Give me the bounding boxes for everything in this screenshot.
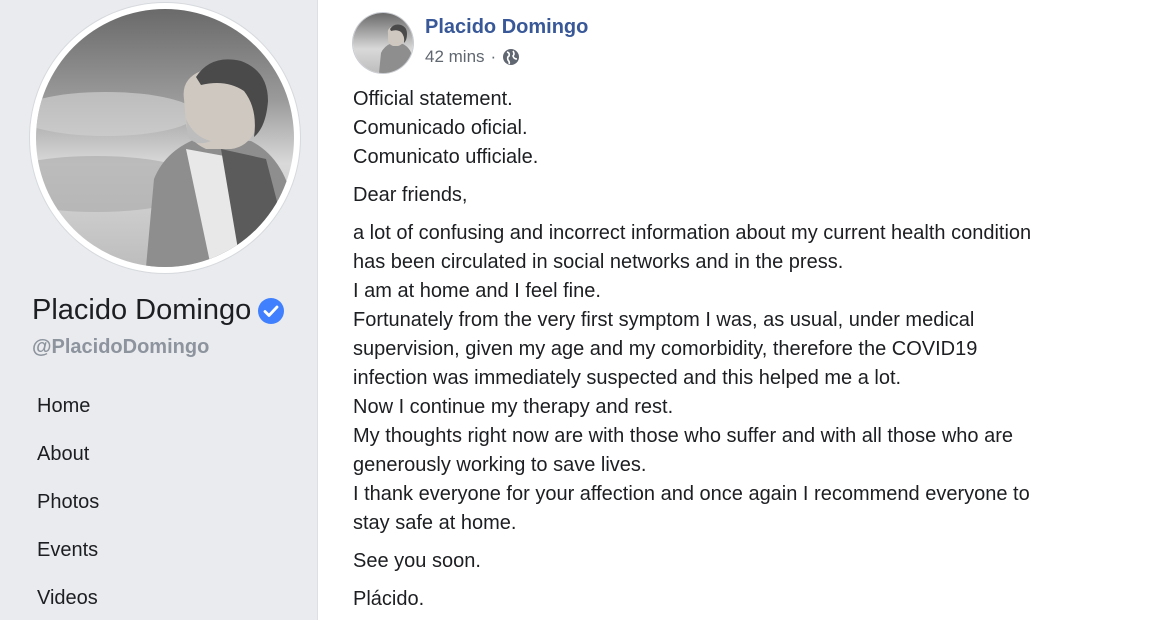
post-text-line: has been circulated in social networks a… [353,251,844,273]
page-sidebar: Placido Domingo @PlacidoDomingo Home Abou… [0,0,318,620]
post-text-line: See you soon. [353,550,481,572]
nav-item-home[interactable]: Home [0,382,318,430]
post-paragraph: Dear friends, [353,181,1143,210]
post-text-line: generously working to save lives. [353,454,647,476]
globe-icon[interactable] [502,48,520,66]
post-paragraph: See you soon. [353,547,1143,576]
post-text-line: Comunicado oficial. [353,117,528,139]
post-text-line: I am at home and I feel fine. [353,280,601,302]
post-text-line: Fortunately from the very first symptom … [353,309,975,331]
nav-item-photos[interactable]: Photos [0,478,318,526]
post-text-line: Comunicato ufficiale. [353,146,539,168]
post-paragraph: Plácido. [353,585,1143,614]
nav-item-videos[interactable]: Videos [0,574,318,622]
post-text-line: My thoughts right now are with those who… [353,425,1013,447]
page-name[interactable]: Placido Domingo [32,294,285,327]
profile-picture[interactable] [30,3,300,273]
post-author-name[interactable]: Placido Domingo [425,16,588,39]
post-timestamp[interactable]: 42 mins [425,47,485,67]
page-name-text[interactable]: Placido Domingo [32,294,251,327]
verified-badge-icon [258,297,285,324]
page-nav: Home About Photos Events Videos [0,382,318,622]
post-message: Official statement. Comunicado oficial. Co… [353,85,1143,623]
post-text-line: Now I continue my therapy and rest. [353,396,674,418]
nav-item-events[interactable]: Events [0,526,318,574]
post-text-line: a lot of confusing and incorrect informa… [353,222,1032,244]
post-text-line: stay safe at home. [353,512,517,534]
post-paragraph: Official statement. Comunicado oficial. Co… [353,85,1143,172]
post-text-line: supervision, given my age and my comorbi… [353,338,978,360]
page-handle[interactable]: @PlacidoDomingo [32,336,209,359]
profile-photo [36,9,294,267]
post-text-line: Plácido. [353,588,425,610]
post-paragraph: a lot of confusing and incorrect informa… [353,219,1143,538]
post-text-line: I thank everyone for your affection and … [353,483,1030,505]
post-text-line: Dear friends, [353,184,468,206]
post-author-avatar[interactable] [353,13,413,73]
meta-separator: · [490,47,497,66]
post-meta: 42 mins · [425,47,520,67]
post-text-line: Official statement. [353,88,513,110]
nav-item-about[interactable]: About [0,430,318,478]
post-text-line: infection was immediately suspected and … [353,367,902,389]
